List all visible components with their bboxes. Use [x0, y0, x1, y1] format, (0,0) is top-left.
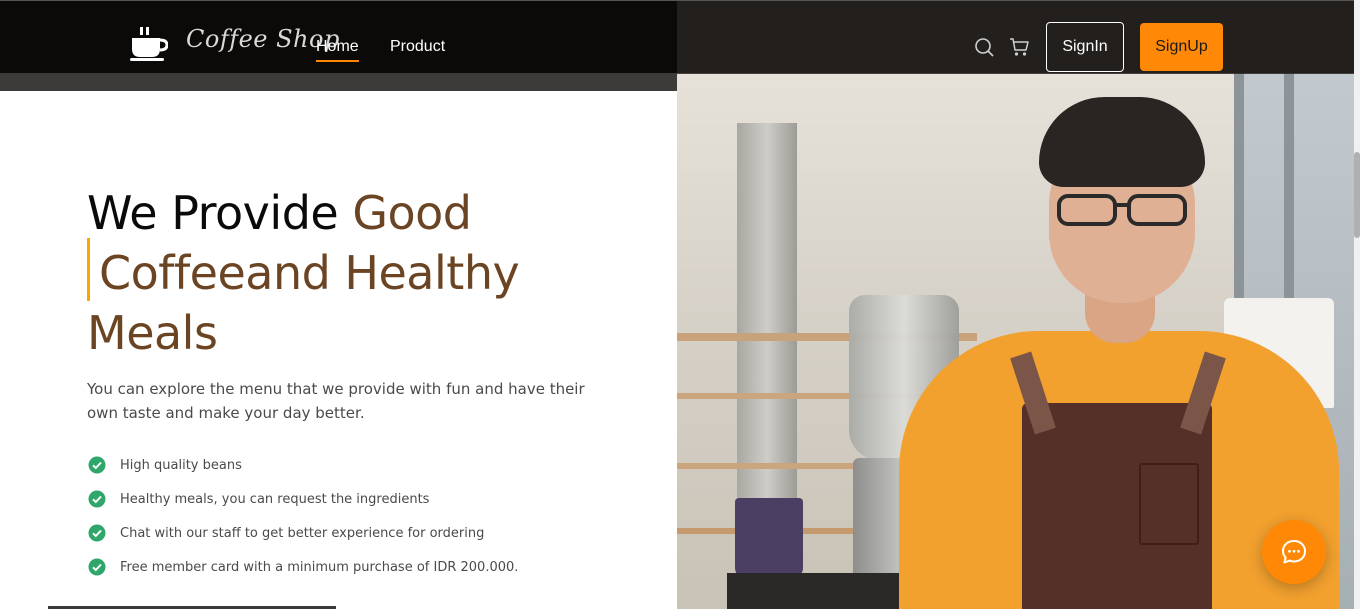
- check-circle-icon: [88, 456, 106, 474]
- feature-item: High quality beans: [87, 448, 518, 482]
- search-icon[interactable]: [974, 37, 994, 57]
- check-circle-icon: [88, 524, 106, 542]
- photo-counter: [727, 573, 927, 609]
- feature-item: Free member card with a minimum purchase…: [87, 550, 518, 584]
- cart-icon[interactable]: [1009, 37, 1029, 57]
- hero-description: You can explore the menu that we provide…: [87, 380, 585, 422]
- check-circle-icon: [88, 490, 106, 508]
- nav-link-product[interactable]: Product: [390, 38, 445, 56]
- signin-button[interactable]: SignIn: [1046, 22, 1124, 72]
- nav-link-home[interactable]: Home: [316, 38, 359, 62]
- feature-text: Free member card with a minimum purchase…: [120, 559, 519, 575]
- feature-text: High quality beans: [120, 457, 242, 473]
- scrollbar-thumb[interactable]: [1354, 152, 1360, 238]
- headline-part-1: We Provide: [87, 186, 353, 240]
- headline-part-2: Good: [352, 186, 472, 240]
- hero-headline: We Provide Good Coffeeand Healthy Meals: [87, 183, 647, 363]
- feature-list: High quality beans Healthy meals, you ca…: [87, 448, 518, 584]
- photo-person-hair: [1039, 97, 1205, 187]
- chat-bubble-icon: [1282, 540, 1306, 564]
- feature-text: Healthy meals, you can request the ingre…: [120, 491, 430, 507]
- photo-apron-pocket: [1139, 463, 1199, 545]
- barista-photo: [677, 73, 1354, 609]
- navbar: Coffee Shop Home Product SignIn SignUp: [0, 0, 1354, 74]
- coffee-cup-logo-icon[interactable]: [130, 27, 168, 61]
- navbar-bottom-strip: [0, 73, 677, 91]
- typing-cursor: [87, 238, 90, 301]
- check-circle-icon: [88, 558, 106, 576]
- feature-item: Healthy meals, you can request the ingre…: [87, 482, 518, 516]
- headline-part-4: Meals: [87, 306, 218, 360]
- photo-glasses: [1057, 194, 1187, 226]
- signup-button[interactable]: SignUp: [1140, 23, 1223, 71]
- feature-text: Chat with our staff to get better experi…: [120, 525, 485, 541]
- headline-part-3: Coffeeand Healthy: [99, 246, 520, 300]
- chat-button[interactable]: [1262, 520, 1326, 584]
- feature-item: Chat with our staff to get better experi…: [87, 516, 518, 550]
- scrollbar-track[interactable]: [1354, 0, 1360, 609]
- photo-purple-jar: [735, 498, 803, 578]
